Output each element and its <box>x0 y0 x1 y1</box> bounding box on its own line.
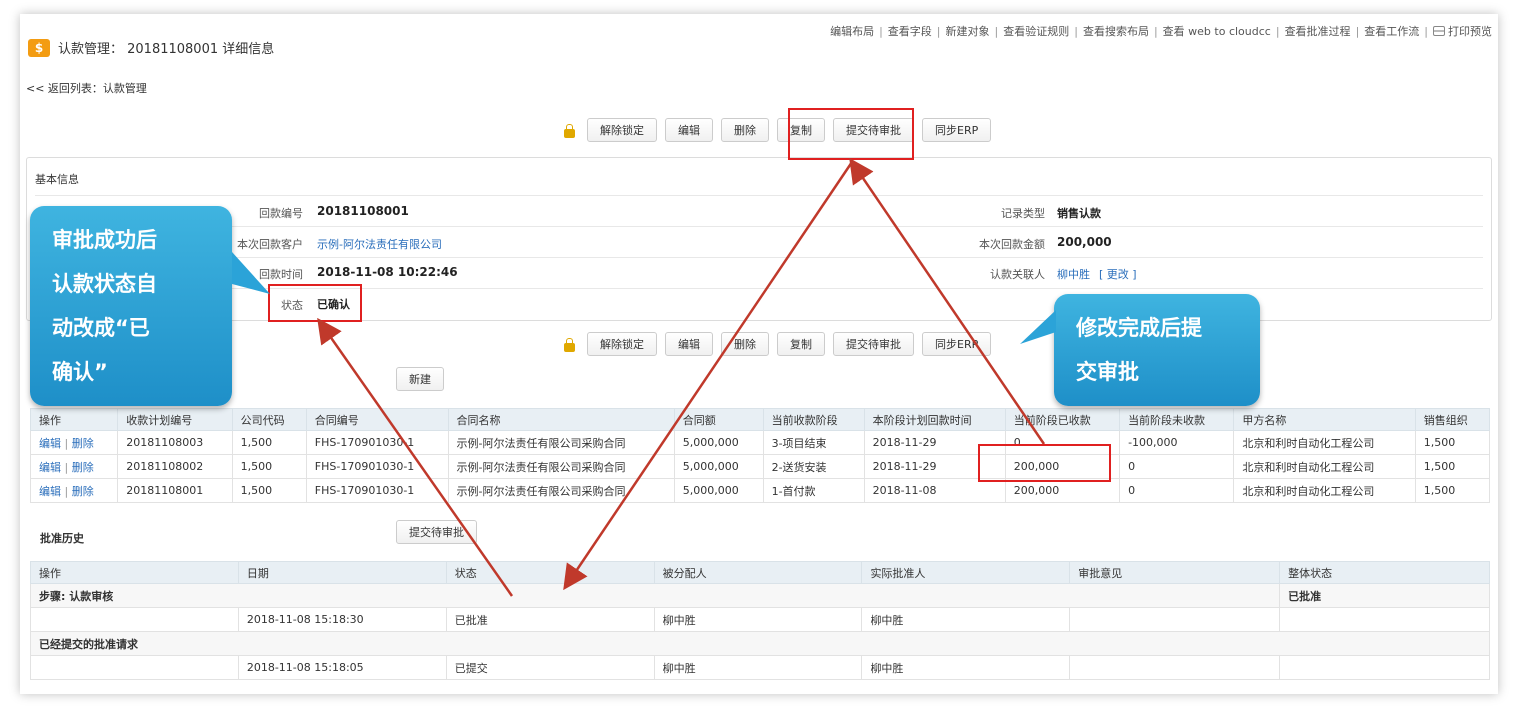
callout-status-auto: 审批成功后 认款状态自 动改成“已 确认” <box>30 206 232 406</box>
detail-page: 编辑布局 | 查看字段 | 新建对象 | 查看验证规则 | 查看搜索布局 | 查看 web to c… <box>20 14 1498 694</box>
annotation-arrows <box>317 157 1046 597</box>
callout-submit-after-edit: 修改完成后提 交审批 <box>1054 294 1260 406</box>
callout-tail-left <box>232 252 270 294</box>
callout-tail-right <box>1020 310 1056 344</box>
